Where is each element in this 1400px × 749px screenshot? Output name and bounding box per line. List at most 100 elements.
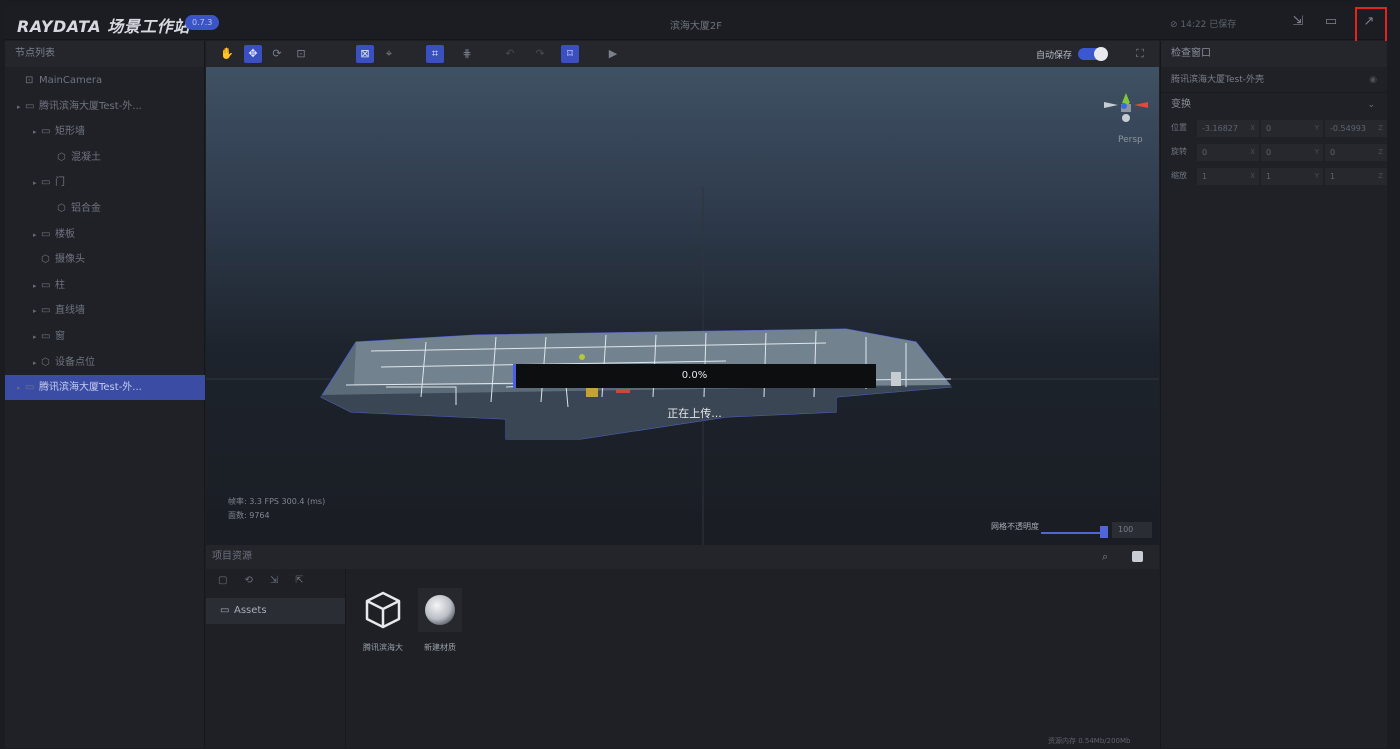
transform-z-input[interactable]: -0.54993 Z <box>1325 120 1387 137</box>
expand-arrow-icon[interactable]: ▸ <box>17 376 25 401</box>
transform-fields: 位置 -3.16827 X 0 Y -0.54993 Z 旋转 0 X 0 Y 0 Z 缩放 1 X 1 Y 1 Z <box>1161 117 1387 189</box>
tree-node-label: 腾讯滨海大厦Test-外... <box>39 382 142 394</box>
grid-opacity-slider-thumb[interactable] <box>1100 526 1108 538</box>
transform-row: 旋转 0 X 0 Y 0 Z <box>1161 141 1387 165</box>
transform-value: 0 <box>1266 148 1272 157</box>
refresh-icon[interactable]: ⟲ <box>244 575 269 586</box>
chevron-down-icon[interactable]: ⌄ <box>1367 93 1375 117</box>
frame-icon[interactable]: ⌑ <box>561 45 579 63</box>
memory-usage: 资源内存 0.54Mb/200Mb <box>1048 737 1131 745</box>
redo-icon[interactable]: ↷ <box>531 45 549 63</box>
asset-material[interactable]: 新建材质 <box>417 588 463 653</box>
pivot-icon[interactable]: ⌖ <box>380 45 398 63</box>
transform-value: 0 <box>1202 148 1208 157</box>
undo-icon[interactable]: ↶ <box>501 45 519 63</box>
local-space-icon[interactable]: ⊠ <box>356 45 374 63</box>
publish-button-highlight[interactable] <box>1355 7 1387 43</box>
expand-arrow-icon[interactable]: ▸ <box>17 95 25 120</box>
transform-row-label: 位置 <box>1171 123 1187 132</box>
folder-icon: ▭ <box>41 126 51 138</box>
tree-node[interactable]: ▸ ▭ 窗 <box>5 324 205 349</box>
folder-icon: ▭ <box>41 305 51 317</box>
expand-arrow-icon[interactable]: ▸ <box>33 171 41 196</box>
axis-letter: Z <box>1378 124 1383 132</box>
tree-node[interactable]: ▸ ▭ 直线墙 <box>5 298 205 323</box>
folder-icon: ▭ <box>41 228 51 240</box>
tree-node-label: 铝合金 <box>71 203 101 214</box>
expand-arrow-icon[interactable]: ▸ <box>33 351 41 376</box>
transform-row: 缩放 1 X 1 Y 1 Z <box>1161 165 1387 189</box>
tree-node-label: 门 <box>55 177 65 189</box>
asset-tools: ▢⟲⇲⇱ <box>218 575 321 586</box>
search-icon[interactable]: ⌕ <box>1102 545 1108 569</box>
tree-node[interactable]: ▸ ▭ 矩形墙 <box>5 119 205 144</box>
autosave-toggle[interactable] <box>1078 47 1108 61</box>
tree-node[interactable]: ▸ ▭ 腾讯滨海大厦Test-外... <box>5 94 205 119</box>
expand-arrow-icon[interactable]: ▸ <box>33 325 41 350</box>
import-icon[interactable]: ⇲ <box>1290 14 1306 30</box>
tree-node[interactable]: ⬡ 混凝土 <box>5 145 205 170</box>
save-status: ⊘ 14:22 已保存 <box>1170 20 1237 30</box>
expand-arrow-icon[interactable]: ▸ <box>33 120 41 145</box>
object-name: 腾讯滨海大厦Test-外壳 <box>1171 75 1264 85</box>
expand-arrow-icon[interactable]: ▸ <box>33 299 41 324</box>
assets-folder-label: Assets <box>234 605 267 616</box>
tree-node[interactable]: ⬡ 铝合金 <box>5 196 205 221</box>
assets-folder-item[interactable]: ▭ Assets <box>206 598 345 624</box>
transform-y-input[interactable]: 1Y <box>1261 168 1323 185</box>
folder-icon: ▭ <box>25 382 35 394</box>
move-tool-icon[interactable]: ✥ <box>244 45 262 63</box>
assets-folder-tree: ▢⟲⇲⇱ ▭ Assets <box>206 569 346 748</box>
asset-model-label: 腾讯滨海大 <box>363 643 403 652</box>
new-folder-icon[interactable]: ▢ <box>218 575 244 586</box>
transform-x-input[interactable]: 0X <box>1197 144 1259 161</box>
transform-y-input[interactable]: 0Y <box>1261 144 1323 161</box>
snap-grid-icon[interactable]: ⋕ <box>458 45 476 63</box>
model-cube-icon <box>361 588 405 632</box>
autosave-label: 自动保存 <box>1036 51 1073 61</box>
assets-title: 项目资源 <box>212 551 252 562</box>
transform-row-label: 缩放 <box>1171 171 1187 180</box>
transform-x-input[interactable]: 1X <box>1197 168 1259 185</box>
axis-letter: Z <box>1378 172 1383 180</box>
tree-node[interactable]: ▸ ▭ 柱 <box>5 273 205 298</box>
viewport-toolbar: ✋ ✥ ⟳ ⊡ ⊠ ⌖ ⌗ ⋕ ↶ ↷ ⌑ ▶ 自动保存 ⛶ <box>206 41 1159 67</box>
rotate-tool-icon[interactable]: ⟳ <box>268 45 286 63</box>
tree-node[interactable]: ▸ ▭ 门 <box>5 170 205 195</box>
snap-icon[interactable]: ⌗ <box>426 45 444 63</box>
grid-opacity-input[interactable]: 100 <box>1112 522 1152 538</box>
save-icon[interactable]: ▭ <box>1323 14 1339 30</box>
grid-opacity-slider[interactable] <box>1041 532 1103 534</box>
tree-node[interactable]: ▸ ⬡ 设备点位 <box>5 350 205 375</box>
fullscreen-icon[interactable]: ⛶ <box>1131 45 1149 63</box>
camera-icon: ⊡ <box>25 75 34 86</box>
expand-arrow-icon[interactable]: ▸ <box>33 223 41 248</box>
tree-node[interactable]: ⬡ 摄像头 <box>5 247 205 272</box>
transform-section-header[interactable]: 变换 ⌄ <box>1161 93 1387 117</box>
axis-letter: Z <box>1378 148 1383 156</box>
export-asset-icon[interactable]: ⇱ <box>295 575 320 586</box>
axis-letter: Y <box>1314 172 1319 180</box>
transform-z-input[interactable]: 1Z <box>1325 168 1387 185</box>
tree-node-label: 窗 <box>55 331 65 342</box>
play-icon[interactable]: ▶ <box>604 45 622 63</box>
app-window: RAYDATA 场景工作站 0.7.3 滨海大厦2F ⊘ 14:22 已保存 ⇲… <box>5 6 1387 748</box>
import-asset-icon[interactable]: ⇲ <box>270 575 295 586</box>
camera-mode-label[interactable]: Persp <box>1118 135 1143 145</box>
tree-node-label: 腾讯滨海大厦Test-外... <box>39 100 142 112</box>
expand-arrow-icon[interactable]: ▸ <box>33 274 41 299</box>
visibility-eye-icon[interactable]: ◉ <box>1369 67 1377 93</box>
transform-y-input[interactable]: 0Y <box>1261 120 1323 137</box>
tree-node[interactable]: ⊡ MainCamera <box>5 68 205 93</box>
trash-icon[interactable] <box>1132 551 1143 562</box>
tree-node-label: 柱 <box>55 279 65 291</box>
scale-tool-icon[interactable]: ⊡ <box>292 45 310 63</box>
scene-graphics <box>206 93 1159 545</box>
transform-x-input[interactable]: -3.16827 X <box>1197 120 1259 137</box>
transform-z-input[interactable]: 0Z <box>1325 144 1387 161</box>
scene-viewport[interactable]: Persp 帧率: 3.3 FPS 300.4 (ms) 面数: 9764 网格… <box>206 67 1159 545</box>
tree-node[interactable]: ▸ ▭ 腾讯滨海大厦Test-外... <box>5 375 205 401</box>
tree-node[interactable]: ▸ ▭ 楼板 <box>5 222 205 247</box>
asset-model[interactable]: 腾讯滨海大 <box>360 588 406 653</box>
hand-tool-icon[interactable]: ✋ <box>218 45 236 63</box>
